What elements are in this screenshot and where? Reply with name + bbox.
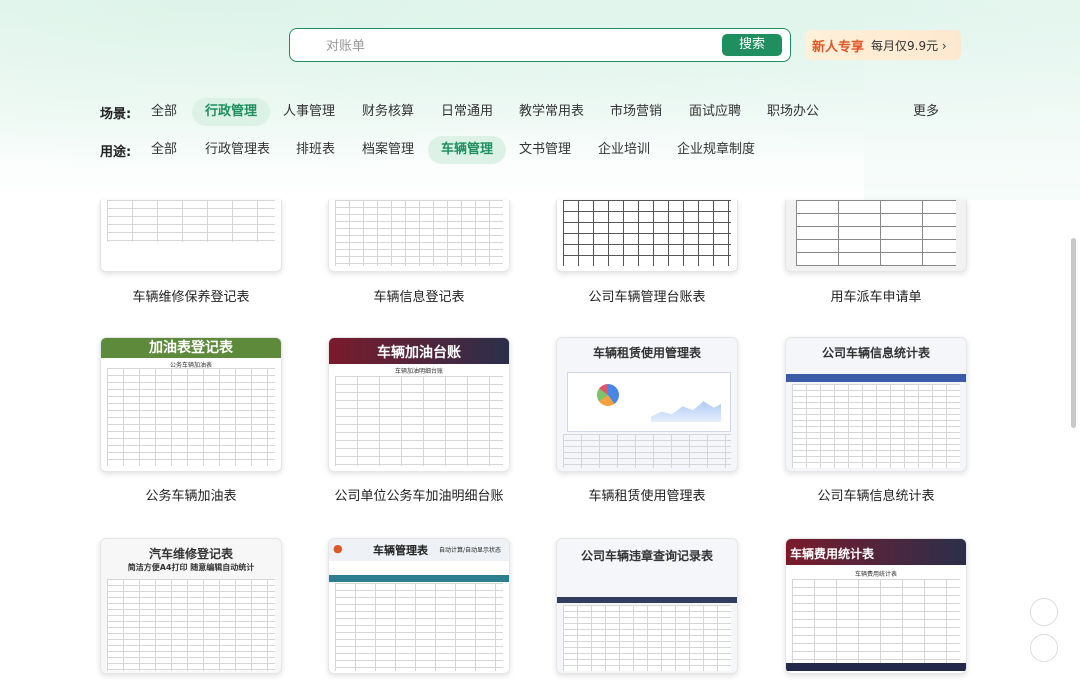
search-input[interactable] [324,34,708,58]
scene-chip-marketing[interactable]: 市场营销 [597,98,675,126]
scene-chip-teaching[interactable]: 教学常用表 [506,98,597,126]
template-thumbnail[interactable]: 公司车辆违章查询记录表 [556,538,738,674]
float-button-bottom[interactable] [1030,634,1058,662]
usage-label: 用途: [100,145,132,160]
template-thumbnail[interactable]: 公司车辆信息统计表 [785,337,967,472]
template-title[interactable]: 车辆维修保养登记表 [80,286,302,305]
thumbnail-heading: 公司车辆信息统计表 [821,346,930,360]
template-title[interactable]: 公务车辆加油表 [80,485,302,504]
template-thumbnail[interactable]: 加油表登记表 公务车辆加油表 [100,337,282,472]
thumbnail-heading: 公司车辆违章查询记录表 [580,549,713,563]
scene-filter-row: 场景: 全部 行政管理 人事管理 财务核算 日常通用 教学常用表 市场营销 面试… [100,98,980,126]
thumbnail-heading: 车辆租赁使用管理表 [592,346,701,360]
thumbnail-heading: 车辆费用统计表 [790,547,875,561]
promo-price: 每月仅9.9元 › [871,39,947,53]
template-thumbnail[interactable] [556,200,738,272]
docer-logo: ● [333,542,343,555]
template-thumbnail[interactable] [785,200,967,272]
thumbnail-subheading: 自动计算/自动显示状态 [439,547,502,554]
template-title[interactable]: 车辆信息登记表 [308,286,530,305]
thumbnail-heading: 汽车维修登记表 [148,547,233,561]
thumbnail-heading: 加油表登记表 [101,338,281,358]
float-button-top[interactable] [1030,598,1058,626]
template-thumbnail[interactable] [328,200,510,272]
scene-chip-hr[interactable]: 人事管理 [270,98,348,126]
promo-tag: 新人专享 [812,40,865,55]
template-title[interactable]: 公司车辆信息统计表 [765,485,987,504]
scene-chip-interview[interactable]: 面试应聘 [676,98,754,126]
template-title[interactable]: 用车派车申请单 [765,286,987,305]
template-title[interactable]: 公司单位公务车加油明细台账 [308,485,530,504]
template-thumbnail[interactable]: 车辆费用统计表 车辆费用统计表 [785,538,967,674]
usage-filter-row: 用途: 全部 行政管理表 排班表 档案管理 车辆管理 文书管理 企业培训 企业规… [100,136,800,164]
scene-chip-daily[interactable]: 日常通用 [428,98,506,126]
template-thumbnail[interactable]: 车辆租赁使用管理表 [556,337,738,472]
scene-more-button[interactable]: 更多 [900,98,952,126]
usage-chip-all[interactable]: 全部 [138,136,190,164]
template-thumbnail[interactable]: 车辆加油台账 车辆加油明细台账 [328,337,510,472]
template-title[interactable]: 车辆租赁使用管理表 [536,485,758,504]
scene-chip-office[interactable]: 职场办公 [754,98,832,126]
thumbnail-heading: 车辆加油台账 [377,345,461,361]
scene-chip-admin[interactable]: 行政管理 [192,98,271,126]
usage-chip-vehicle[interactable]: 车辆管理 [428,136,507,164]
thumbnail-heading: 车辆管理表 [373,544,428,557]
usage-chip-document[interactable]: 文书管理 [506,136,584,164]
usage-chip-training[interactable]: 企业培训 [585,136,663,164]
template-title[interactable]: 公司车辆管理台账表 [536,286,758,305]
thumbnail-subheading: 简洁方便A4打印 随意编辑自动统计 [127,563,255,572]
usage-chip-archive[interactable]: 档案管理 [349,136,427,164]
template-thumbnail[interactable]: 汽车维修登记表 简洁方便A4打印 随意编辑自动统计 [100,538,282,674]
usage-chip-rules[interactable]: 企业规章制度 [664,136,768,164]
template-thumbnail[interactable] [100,200,282,272]
scene-chip-finance[interactable]: 财务核算 [349,98,427,126]
usage-chip-schedule[interactable]: 排班表 [283,136,348,164]
thumbnail-subheading: 车辆费用统计表 [854,571,897,578]
promo-banner[interactable]: 新人专享 每月仅9.9元 › [805,30,961,60]
page-scrollbar[interactable] [1071,238,1076,428]
scene-label: 场景: [100,107,132,122]
usage-chip-admin-table[interactable]: 行政管理表 [192,136,283,164]
scene-chip-all[interactable]: 全部 [138,98,190,126]
template-thumbnail[interactable]: ● 车辆管理表 自动计算/自动显示状态 [328,538,510,674]
thumbnail-subheading: 车辆加油明细台账 [394,368,443,375]
search-box[interactable]: 搜索 [289,28,791,62]
search-button[interactable]: 搜索 [722,34,782,56]
